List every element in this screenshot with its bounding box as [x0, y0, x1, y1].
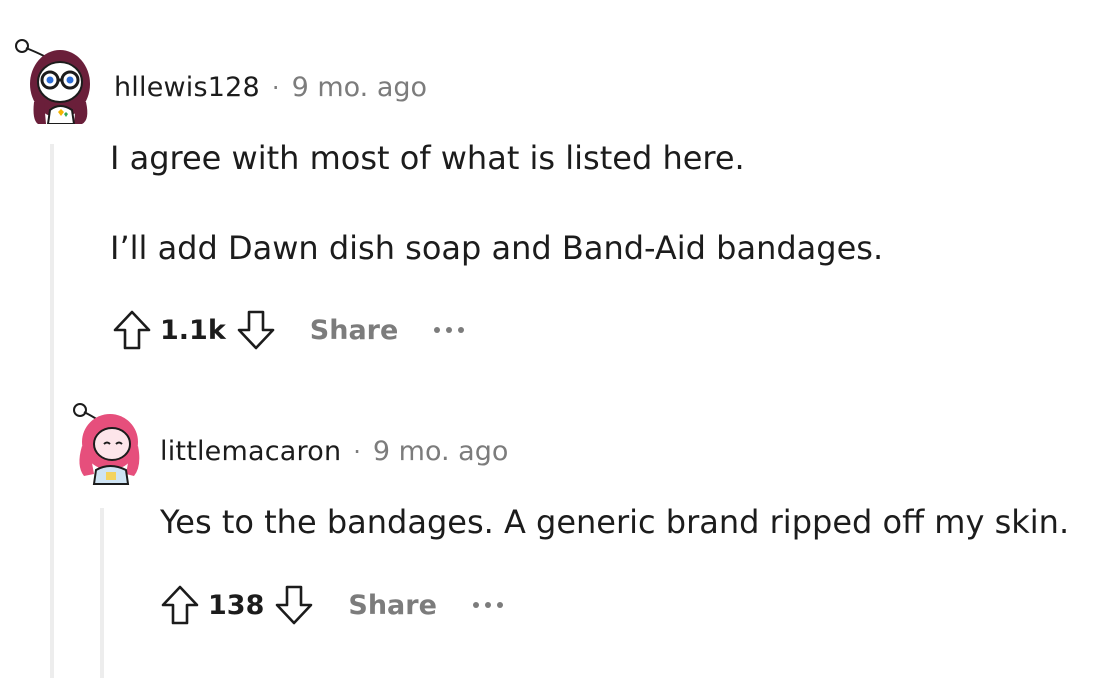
comment-paragraph: Yes to the bandages. A generic brand rip…	[160, 503, 1070, 541]
share-button[interactable]: Share	[348, 590, 437, 621]
downvote-arrow-icon	[276, 585, 313, 625]
thread-line[interactable]	[50, 144, 54, 678]
snoo-avatar-glasses-icon[interactable]	[14, 32, 100, 125]
share-button[interactable]: Share	[310, 315, 399, 346]
snoo-avatar-pink-hair-icon[interactable]	[70, 396, 144, 488]
username-link[interactable]: hllewis128	[114, 72, 260, 103]
comment-meta: hllewis128 · 9 mo. ago	[114, 72, 427, 103]
thread-line[interactable]	[100, 508, 104, 678]
comment-timestamp[interactable]: 9 mo. ago	[292, 72, 427, 103]
downvote-button[interactable]	[270, 581, 318, 629]
meta-separator: ·	[353, 437, 361, 466]
comment-thread: hllewis128 · 9 mo. ago I agree with most…	[0, 0, 1110, 678]
comment-paragraph: I agree with most of what is listed here…	[110, 139, 745, 177]
vote-score: 1.1k	[160, 314, 226, 346]
comment-meta: littlemacaron · 9 mo. ago	[160, 436, 508, 467]
upvote-button[interactable]	[108, 306, 156, 354]
more-options-icon[interactable]	[434, 320, 465, 340]
upvote-button[interactable]	[156, 581, 204, 629]
comment-actions: 1.1k Share	[108, 306, 465, 354]
comment-actions: 138 Share	[156, 581, 503, 629]
upvote-arrow-icon	[113, 310, 151, 350]
meta-separator: ·	[271, 73, 280, 102]
upvote-arrow-icon	[161, 585, 199, 625]
downvote-button[interactable]	[232, 306, 280, 354]
comment-timestamp[interactable]: 9 mo. ago	[373, 436, 508, 467]
more-options-icon[interactable]	[472, 595, 503, 615]
downvote-arrow-icon	[237, 310, 275, 350]
vote-score: 138	[208, 589, 265, 621]
username-link[interactable]: littlemacaron	[160, 436, 341, 467]
comment-paragraph: I’ll add Dawn dish soap and Band-Aid ban…	[110, 229, 884, 267]
